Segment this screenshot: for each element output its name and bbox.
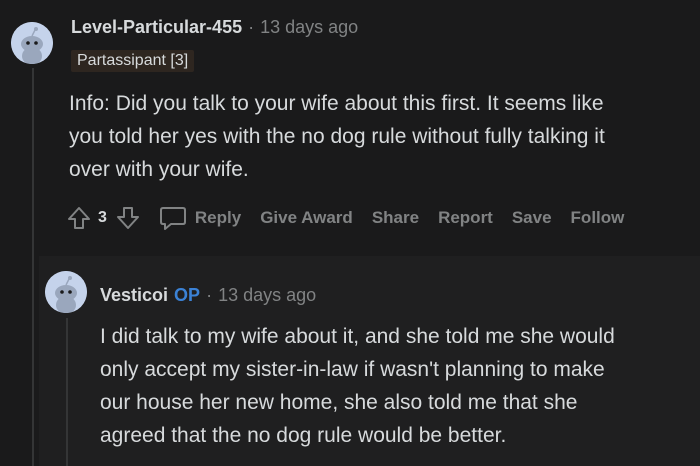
save-button[interactable]: Save bbox=[512, 208, 552, 228]
vote-score: 3 bbox=[98, 209, 107, 226]
reply-meta: Vesticoi OP · 13 days ago bbox=[100, 285, 316, 306]
reply-username[interactable]: Vesticoi bbox=[100, 285, 168, 305]
reply-body: I did talk to my wife about it, and she … bbox=[100, 320, 690, 452]
follow-button[interactable]: Follow bbox=[571, 208, 625, 228]
thread-line[interactable] bbox=[32, 68, 34, 466]
reply-body-line: only accept my sister-in-law if wasn't p… bbox=[100, 358, 605, 381]
reply-body-line: I did talk to my wife about it, and she … bbox=[100, 325, 615, 348]
upvote-arrow-icon[interactable] bbox=[66, 205, 92, 231]
report-button[interactable]: Report bbox=[438, 208, 493, 228]
downvote-arrow-icon[interactable] bbox=[115, 205, 141, 231]
comment-bubble-icon bbox=[159, 207, 186, 230]
comment-body-line: Info: Did you talk to your wife about th… bbox=[69, 92, 604, 115]
username[interactable]: Level-Particular-455 bbox=[71, 17, 242, 37]
reply-avatar[interactable] bbox=[45, 271, 87, 313]
vote-controls: 3 bbox=[66, 205, 141, 231]
op-badge: OP bbox=[174, 285, 201, 305]
comment-body-line: you told her yes with the no dog rule wi… bbox=[69, 125, 605, 148]
snoo-avatar-icon bbox=[11, 22, 53, 64]
comment-body: Info: Did you talk to your wife about th… bbox=[69, 87, 689, 186]
reply-thread-line[interactable] bbox=[66, 318, 68, 466]
user-flair: Partassipant [3] bbox=[71, 50, 195, 72]
reply-body-line: our house her new home, she also told me… bbox=[100, 391, 578, 414]
snoo-avatar-icon bbox=[45, 271, 87, 313]
avatar[interactable] bbox=[11, 22, 53, 64]
reply-button[interactable]: Reply bbox=[159, 205, 241, 231]
separator-dot: · bbox=[206, 285, 213, 305]
timestamp[interactable]: 13 days ago bbox=[260, 17, 358, 37]
comment-actions: 3 Reply Give Award Share Report Save Fol… bbox=[66, 200, 643, 236]
separator-dot: · bbox=[248, 17, 255, 37]
reply-body-line: agreed that the no dog rule would be bet… bbox=[100, 424, 507, 447]
give-award-button[interactable]: Give Award bbox=[260, 208, 353, 228]
reply-label: Reply bbox=[194, 208, 242, 227]
comment-meta: Level-Particular-455 · 13 days ago bbox=[71, 17, 358, 38]
reply-timestamp[interactable]: 13 days ago bbox=[218, 285, 316, 305]
comment-body-line: over with your wife. bbox=[69, 158, 249, 181]
share-button[interactable]: Share bbox=[372, 208, 419, 228]
